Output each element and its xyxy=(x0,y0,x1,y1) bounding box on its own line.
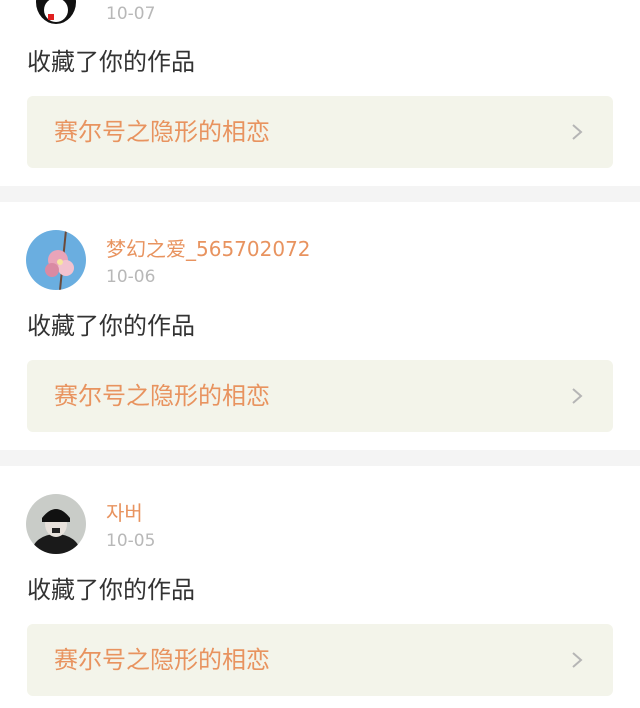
avatar[interactable] xyxy=(26,0,86,26)
item-username[interactable]: 梦幻之爱_565702072 xyxy=(106,237,311,261)
penguin-icon xyxy=(26,0,86,26)
chevron-right-icon xyxy=(572,388,583,404)
separator xyxy=(0,186,640,202)
item-date: 10-06 xyxy=(106,267,156,287)
avatar[interactable] xyxy=(26,494,86,554)
work-card[interactable]: 赛尔号之隐形的相恋 xyxy=(27,96,613,168)
item-action-text: 收藏了你的作品 xyxy=(27,576,195,604)
notification-item-2: 梦幻之爱_565702072 10-06 收藏了你的作品 赛尔号之隐形的相恋 xyxy=(0,202,640,450)
flower-icon xyxy=(26,230,86,290)
item-action-text: 收藏了你的作品 xyxy=(27,312,195,340)
item-date: 10-05 xyxy=(106,531,156,551)
work-title: 赛尔号之隐形的相恋 xyxy=(54,382,270,410)
notification-item-1: 10-07 收藏了你的作品 赛尔号之隐形的相恋 xyxy=(0,0,640,186)
work-title: 赛尔号之隐形的相恋 xyxy=(54,646,270,674)
separator xyxy=(0,450,640,466)
item-action-text: 收藏了你的作品 xyxy=(27,48,195,76)
chevron-right-icon xyxy=(572,124,583,140)
item-date: 10-07 xyxy=(106,4,156,24)
work-card[interactable]: 赛尔号之隐形的相恋 xyxy=(27,624,613,696)
work-title: 赛尔号之隐形的相恋 xyxy=(54,118,270,146)
avatar[interactable] xyxy=(26,230,86,290)
person-icon xyxy=(26,494,86,554)
chevron-right-icon xyxy=(572,652,583,668)
work-card[interactable]: 赛尔号之隐形的相恋 xyxy=(27,360,613,432)
notification-item-3: 자버 10-05 收藏了你的作品 赛尔号之隐形的相恋 xyxy=(0,466,640,708)
item-username[interactable]: 자버 xyxy=(106,501,143,525)
